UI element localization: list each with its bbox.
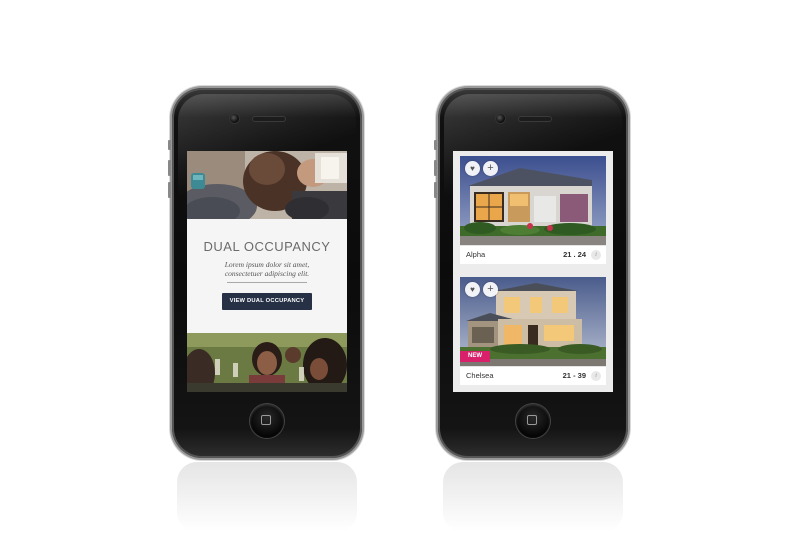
home-button[interactable] bbox=[250, 404, 284, 438]
home-button[interactable] bbox=[516, 404, 550, 438]
info-icon[interactable]: i bbox=[591, 250, 601, 260]
volume-button bbox=[168, 160, 171, 176]
front-camera bbox=[496, 114, 505, 123]
volume-button bbox=[168, 140, 171, 150]
promo-subtitle-line: consectetuer adipiscing elit. bbox=[224, 269, 310, 278]
promo-subtitle: Lorem ipsum dolor sit amet, consectetuer… bbox=[197, 260, 337, 278]
house-size: 21 - 39 bbox=[562, 371, 586, 380]
favorite-heart-icon[interactable]: ♥ bbox=[465, 161, 480, 176]
volume-button bbox=[168, 182, 171, 198]
favorite-heart-icon[interactable]: ♥ bbox=[465, 282, 480, 297]
promo-divider bbox=[227, 282, 307, 283]
house-size: 21 . 24 bbox=[563, 250, 586, 259]
listing-info-bar: Alpha 21 . 24 i bbox=[460, 245, 606, 264]
house-name: Chelsea bbox=[466, 371, 494, 380]
phone-reflection-left bbox=[177, 462, 357, 532]
volume-button bbox=[434, 160, 437, 176]
house-photo: ♥ + NEW bbox=[460, 277, 606, 366]
add-plus-icon[interactable]: + bbox=[483, 161, 498, 176]
front-camera bbox=[230, 114, 239, 123]
promo-title: DUAL OCCUPANCY bbox=[203, 239, 331, 254]
promo-subtitle-line: Lorem ipsum dolor sit amet, bbox=[224, 260, 310, 269]
home-square-icon bbox=[527, 415, 537, 425]
house-listing-card[interactable]: ♥ + Alpha 21 . 24 i bbox=[460, 156, 606, 264]
listing-info-bar: Chelsea 21 - 39 i bbox=[460, 366, 606, 385]
phone-right: ♥ + Alpha 21 . 24 i ♥ + NEW Chelsea 21 -… bbox=[434, 88, 628, 458]
earpiece-speaker bbox=[252, 116, 286, 122]
house-listing-card[interactable]: ♥ + NEW Chelsea 21 - 39 i bbox=[460, 277, 606, 385]
add-plus-icon[interactable]: + bbox=[483, 282, 498, 297]
phone-left: DUAL OCCUPANCY Lorem ipsum dolor sit ame… bbox=[168, 88, 362, 458]
screen-right: ♥ + Alpha 21 . 24 i ♥ + NEW Chelsea 21 -… bbox=[453, 151, 613, 392]
earpiece-speaker bbox=[518, 116, 552, 122]
home-square-icon bbox=[261, 415, 271, 425]
promo-panel: DUAL OCCUPANCY Lorem ipsum dolor sit ame… bbox=[187, 219, 347, 333]
view-dual-occupancy-button[interactable]: VIEW DUAL OCCUPANCY bbox=[222, 293, 312, 310]
screen-left: DUAL OCCUPANCY Lorem ipsum dolor sit ame… bbox=[187, 151, 347, 392]
house-name: Alpha bbox=[466, 250, 486, 259]
volume-button bbox=[434, 140, 437, 150]
new-badge: NEW bbox=[460, 351, 490, 362]
people-photo bbox=[187, 333, 347, 392]
phone-reflection-right bbox=[443, 462, 623, 532]
info-icon[interactable]: i bbox=[591, 371, 601, 381]
volume-button bbox=[434, 182, 437, 198]
house-photo: ♥ + bbox=[460, 156, 606, 245]
hero-photo bbox=[187, 151, 347, 219]
